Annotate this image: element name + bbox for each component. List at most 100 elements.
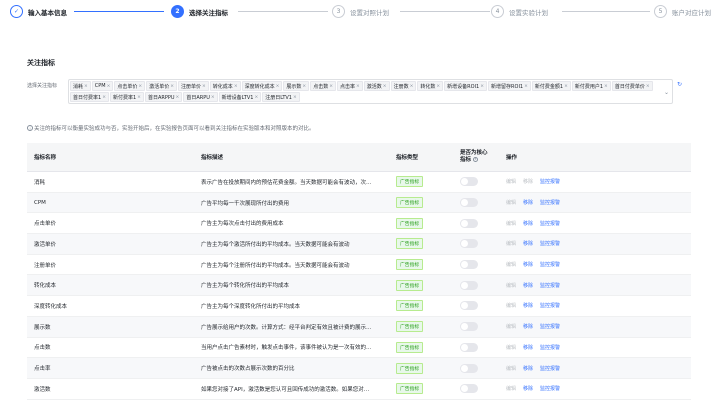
- metric-tag: 转化成本 ×: [209, 81, 241, 91]
- step-3-label: 设置对照计划: [350, 8, 389, 17]
- close-icon[interactable]: ×: [646, 84, 650, 89]
- metric-tag-label: 新增设备LTV1: [221, 94, 254, 101]
- core-toggle[interactable]: [460, 280, 478, 290]
- close-icon[interactable]: ×: [383, 84, 387, 89]
- edit-button[interactable]: 编辑: [506, 302, 516, 309]
- close-icon[interactable]: ×: [234, 84, 238, 89]
- remove-button[interactable]: 移除: [523, 344, 533, 351]
- core-toggle[interactable]: [460, 239, 478, 249]
- core-toggle[interactable]: [460, 301, 478, 311]
- core-toggle[interactable]: [460, 198, 478, 208]
- metric-tag: 深度转化成本 ×: [241, 81, 283, 91]
- close-icon[interactable]: ×: [211, 95, 215, 100]
- metric-tag: 注册单价 ×: [178, 81, 209, 91]
- close-icon[interactable]: ×: [293, 95, 297, 100]
- core-toggle[interactable]: [460, 363, 478, 373]
- metric-name: 展示数: [34, 324, 51, 331]
- edit-button[interactable]: 编辑: [506, 365, 516, 372]
- edit-button[interactable]: 编辑: [506, 240, 516, 247]
- close-icon[interactable]: ×: [356, 84, 360, 89]
- edit-button[interactable]: 编辑: [506, 385, 516, 392]
- edit-button[interactable]: 编辑: [506, 220, 516, 227]
- close-icon[interactable]: ×: [302, 84, 306, 89]
- remove-button[interactable]: 移除: [523, 385, 533, 392]
- close-icon[interactable]: ×: [138, 84, 142, 89]
- step-4[interactable]: 4 设置实验计划: [491, 5, 548, 18]
- edit-button[interactable]: 编辑: [506, 282, 516, 289]
- monitor-alert-button[interactable]: 监控报警: [540, 178, 560, 185]
- remove-button[interactable]: 移除: [523, 178, 533, 185]
- remove-button[interactable]: 移除: [523, 261, 533, 268]
- core-toggle[interactable]: [460, 218, 478, 228]
- metric-tag: 首日ARPPU ×: [144, 92, 183, 102]
- monitor-alert-button[interactable]: 监控报警: [540, 323, 560, 330]
- metric-name: 激活单价: [34, 241, 57, 248]
- type-badge: 广告指标: [396, 321, 424, 333]
- core-toggle[interactable]: [460, 384, 478, 394]
- edit-button[interactable]: 编辑: [506, 344, 516, 351]
- edit-button[interactable]: 编辑: [506, 178, 516, 185]
- close-icon[interactable]: ×: [480, 84, 484, 89]
- metric-tag-label: 新付费率1: [112, 94, 137, 101]
- close-icon[interactable]: ×: [176, 95, 180, 100]
- edit-button[interactable]: 编辑: [506, 323, 516, 330]
- monitor-alert-button[interactable]: 监控报警: [540, 385, 560, 392]
- question-icon[interactable]: ?: [472, 157, 478, 162]
- edit-button[interactable]: 编辑: [506, 261, 516, 268]
- close-icon[interactable]: ×: [564, 84, 568, 89]
- refresh-icon[interactable]: ↻: [677, 81, 682, 88]
- table-row: 点击单价 广告主为每次点击付出的费用成本 广告指标 编辑 移除 监控报警: [27, 213, 691, 235]
- remove-button[interactable]: 移除: [523, 240, 533, 247]
- close-icon[interactable]: ×: [276, 84, 280, 89]
- metric-tag-label: 深度转化成本: [244, 83, 275, 90]
- monitor-alert-button[interactable]: 监控报警: [540, 302, 560, 309]
- core-toggle[interactable]: [460, 177, 478, 187]
- core-toggle[interactable]: [460, 260, 478, 270]
- chevron-down-icon[interactable]: ⌄: [664, 89, 669, 96]
- close-icon[interactable]: ×: [84, 84, 88, 89]
- metric-tag-label: 首日付费单价: [614, 83, 645, 90]
- remove-button[interactable]: 移除: [523, 220, 533, 227]
- metric-name: 点击数: [34, 345, 51, 352]
- monitor-alert-button[interactable]: 监控报警: [540, 365, 560, 372]
- edit-button[interactable]: 编辑: [506, 199, 516, 206]
- close-icon[interactable]: ×: [410, 84, 414, 89]
- close-icon[interactable]: ×: [202, 84, 206, 89]
- monitor-alert-button[interactable]: 监控报警: [540, 199, 560, 206]
- close-icon[interactable]: ×: [436, 84, 440, 89]
- metric-tag-label: 新付费金额1: [534, 83, 564, 90]
- metric-type-cell: 广告指标: [389, 383, 453, 395]
- close-icon[interactable]: ×: [524, 84, 528, 89]
- table-row: 深度转化成本 广告主为每个深度转化所付出的平均成本 广告指标 编辑 移除 监控报警: [27, 296, 691, 317]
- close-icon[interactable]: ×: [107, 84, 111, 89]
- close-icon[interactable]: ×: [137, 95, 141, 100]
- close-icon[interactable]: ×: [254, 95, 258, 100]
- header-type: 指标类型: [396, 155, 419, 161]
- metric-multiselect[interactable]: 消耗 × CPM × 点击单价 × 激活单价 × 注册单价 × 转化成本 × 深度转化成本 × 展示数 × 点击…: [68, 79, 673, 104]
- remove-button[interactable]: 移除: [523, 323, 533, 330]
- remove-button[interactable]: 移除: [523, 302, 533, 309]
- monitor-alert-button[interactable]: 监控报警: [540, 261, 560, 268]
- close-icon[interactable]: ×: [102, 95, 106, 100]
- core-cell: [453, 198, 499, 208]
- monitor-alert-button[interactable]: 监控报警: [540, 282, 560, 289]
- step-2[interactable]: 2 选择关注指标: [171, 5, 228, 18]
- remove-button[interactable]: 移除: [523, 199, 533, 206]
- monitor-alert-button[interactable]: 监控报警: [540, 344, 560, 351]
- step-1[interactable]: ✓ 输入基本信息: [10, 5, 67, 18]
- core-toggle[interactable]: [460, 322, 478, 332]
- type-badge: 广告指标: [396, 383, 424, 395]
- remove-button[interactable]: 移除: [523, 365, 533, 372]
- close-icon[interactable]: ×: [604, 84, 608, 89]
- step-5[interactable]: 5 账户对应计划: [654, 5, 711, 18]
- close-icon[interactable]: ×: [170, 84, 174, 89]
- tag-list: 消耗 × CPM × 点击单价 × 激活单价 × 注册单价 × 转化成本 × 深度转化成本 × 展示数 × 点击…: [70, 81, 660, 102]
- close-icon[interactable]: ×: [329, 84, 333, 89]
- core-toggle[interactable]: [460, 342, 478, 352]
- remove-button[interactable]: 移除: [523, 282, 533, 289]
- monitor-alert-button[interactable]: 监控报警: [540, 240, 560, 247]
- step-3[interactable]: 3 设置对照计划: [332, 5, 389, 18]
- monitor-alert-button[interactable]: 监控报警: [540, 220, 560, 227]
- table-row: 消耗 表示广告在投放期间内的预估花费金额。当天数据可能会有波动，次… 广告指标 编辑移…: [27, 172, 691, 193]
- metric-tag: 新付费用户1 ×: [571, 81, 611, 91]
